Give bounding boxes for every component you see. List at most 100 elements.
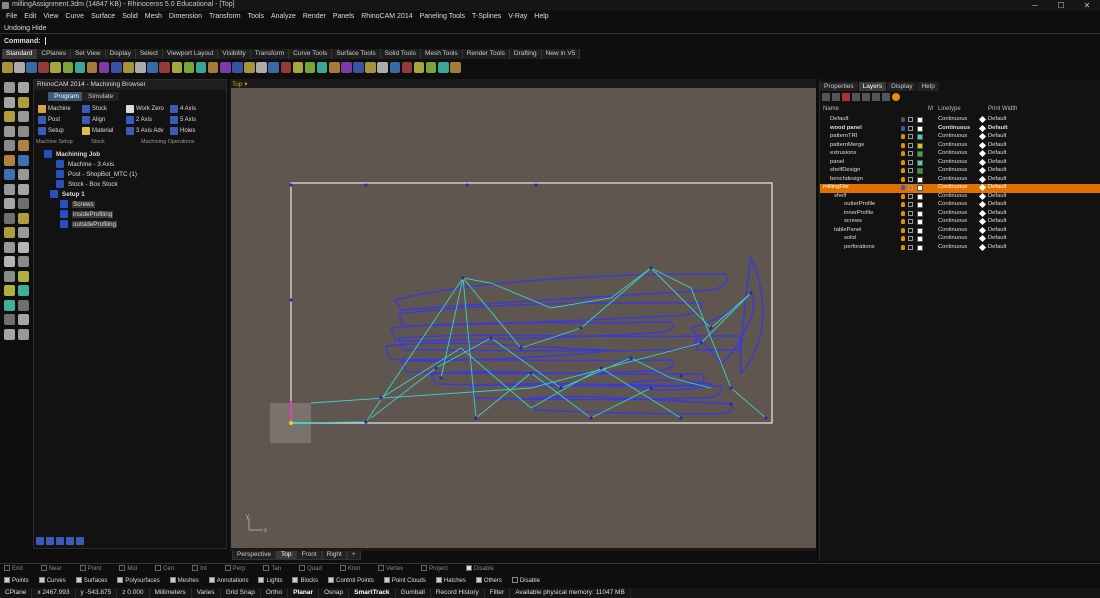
toolbar-tool-icon[interactable] bbox=[280, 62, 292, 73]
layer-color-swatch[interactable] bbox=[917, 159, 923, 166]
layer-color-swatch[interactable] bbox=[917, 193, 923, 200]
minimize-button[interactable]: ─ bbox=[1022, 0, 1048, 11]
osnap-project[interactable]: Project bbox=[421, 564, 457, 574]
left-tool-icon[interactable] bbox=[18, 212, 29, 224]
lock-icon[interactable] bbox=[908, 236, 913, 241]
panel-tab-properties[interactable]: Properties bbox=[820, 82, 858, 91]
tab-visibility[interactable]: Visibility bbox=[218, 49, 251, 59]
layer-row-millingfile[interactable]: millingFile Continuous Default bbox=[820, 183, 1100, 193]
delete-layer-icon[interactable] bbox=[842, 93, 850, 101]
toolbar-tool-icon[interactable] bbox=[304, 62, 316, 73]
panel-tab-layers[interactable]: Layers bbox=[858, 82, 887, 91]
toolbar-tool-icon[interactable] bbox=[159, 62, 171, 73]
checkbox[interactable] bbox=[155, 565, 162, 572]
checkbox[interactable] bbox=[4, 577, 10, 584]
checkbox[interactable] bbox=[119, 565, 126, 572]
new-layer-icon[interactable] bbox=[822, 93, 830, 101]
osnap-perp[interactable]: Perp bbox=[224, 564, 255, 574]
layer-row-screws[interactable]: screws Continuous Default bbox=[820, 217, 1100, 227]
left-tool-icon[interactable] bbox=[4, 198, 15, 209]
lock-icon[interactable] bbox=[908, 185, 913, 190]
filter-control-points[interactable]: Control Points bbox=[328, 576, 379, 587]
layer-visible-icon[interactable] bbox=[901, 168, 905, 173]
menu-item-view[interactable]: View bbox=[43, 11, 58, 22]
osnap-end[interactable]: End bbox=[4, 564, 32, 574]
rhinocam-post-button[interactable]: Post bbox=[38, 115, 60, 125]
lock-icon[interactable] bbox=[908, 117, 913, 122]
checkbox[interactable] bbox=[169, 577, 176, 584]
tool-icon[interactable] bbox=[46, 537, 54, 545]
layer-row-innerprofile[interactable]: innerProfile Continuous Default bbox=[820, 209, 1100, 219]
filter-meshes[interactable]: Meshes bbox=[169, 576, 204, 587]
tab-viewport-layout[interactable]: Viewport Layout bbox=[162, 49, 219, 59]
layer-color-swatch[interactable] bbox=[917, 151, 923, 157]
layer-color-swatch[interactable] bbox=[917, 210, 923, 217]
toolbar-tool-icon[interactable] bbox=[353, 62, 364, 73]
toolbar-tool-icon[interactable] bbox=[425, 62, 437, 73]
left-tool-icon[interactable] bbox=[4, 96, 15, 108]
filter-curves[interactable]: Curves bbox=[38, 576, 71, 587]
layer-row-shelfdesign[interactable]: shelfDesign Continuous Default bbox=[820, 166, 1100, 176]
lock-icon[interactable] bbox=[908, 142, 913, 148]
layer-visible-icon[interactable] bbox=[901, 236, 905, 241]
toolbar-tool-icon[interactable] bbox=[328, 62, 340, 73]
tab-cplanes[interactable]: CPlanes bbox=[37, 49, 71, 59]
layer-visible-icon[interactable] bbox=[901, 125, 905, 131]
tab-transform[interactable]: Transform bbox=[250, 49, 290, 59]
checkbox[interactable] bbox=[208, 577, 215, 584]
toolbar-tool-icon[interactable] bbox=[401, 62, 413, 73]
left-tool-icon[interactable] bbox=[18, 111, 29, 122]
tool-icon[interactable] bbox=[66, 537, 74, 545]
layer-color-swatch[interactable] bbox=[917, 219, 923, 225]
menu-item-mesh[interactable]: Mesh bbox=[145, 11, 162, 22]
toolbar-tool-icon[interactable] bbox=[14, 62, 25, 73]
viewport-canvas[interactable]: y x bbox=[231, 88, 816, 548]
tab-set-view[interactable]: Set View bbox=[70, 49, 106, 59]
layer-row-solid[interactable]: solid Continuous Default bbox=[820, 234, 1100, 244]
panel-tab-display[interactable]: Display bbox=[887, 82, 917, 91]
rhinocam-holes-button[interactable]: Holes bbox=[170, 126, 195, 136]
layer-color-swatch[interactable] bbox=[917, 117, 923, 123]
toolbar-tool-icon[interactable] bbox=[2, 62, 13, 73]
checkbox[interactable] bbox=[292, 577, 299, 584]
lock-icon[interactable] bbox=[908, 125, 913, 131]
osnap-quad[interactable]: Quad bbox=[299, 564, 331, 574]
menu-item-help[interactable]: Help bbox=[534, 11, 548, 22]
viewport-tab-front[interactable]: Front bbox=[296, 551, 322, 560]
checkbox[interactable] bbox=[299, 565, 306, 572]
rhinocam-stock-button[interactable]: Stock bbox=[82, 104, 107, 114]
toolbar-tool-icon[interactable] bbox=[377, 62, 388, 73]
checkbox[interactable] bbox=[117, 577, 124, 584]
left-tool-icon[interactable] bbox=[4, 241, 15, 253]
layer-row-patterntri[interactable]: patternTRI Continuous Default bbox=[820, 132, 1100, 142]
layer-color-swatch[interactable] bbox=[917, 244, 923, 251]
toolbar-tool-icon[interactable] bbox=[86, 62, 98, 73]
toolbar-tool-icon[interactable] bbox=[171, 62, 183, 73]
toolbar-tool-icon[interactable] bbox=[437, 62, 449, 73]
left-tool-icon[interactable] bbox=[18, 183, 29, 195]
status-gumball[interactable]: Gumball bbox=[396, 588, 431, 598]
layer-visible-icon[interactable] bbox=[901, 142, 905, 148]
toolbar-tool-icon[interactable] bbox=[62, 62, 74, 73]
layer-color-swatch[interactable] bbox=[917, 168, 923, 174]
lock-icon[interactable] bbox=[908, 227, 913, 233]
checkbox[interactable] bbox=[378, 565, 385, 572]
left-tool-icon[interactable] bbox=[18, 227, 29, 238]
tab-program[interactable]: Program bbox=[48, 92, 85, 101]
left-tool-icon[interactable] bbox=[4, 111, 15, 122]
left-tool-icon[interactable] bbox=[18, 140, 29, 151]
tab-select[interactable]: Select bbox=[135, 49, 163, 59]
left-tool-icon[interactable] bbox=[4, 256, 15, 267]
toolbar-tool-icon[interactable] bbox=[244, 62, 255, 73]
menu-item-v-ray[interactable]: V-Ray bbox=[508, 11, 527, 22]
layer-visible-icon[interactable] bbox=[901, 151, 905, 156]
tree-node-setup-1[interactable]: Setup 1 bbox=[50, 190, 85, 198]
left-tool-icon[interactable] bbox=[4, 183, 15, 195]
toolbar-tool-icon[interactable] bbox=[50, 62, 62, 73]
close-button[interactable]: ✕ bbox=[1074, 0, 1100, 11]
layer-visible-icon[interactable] bbox=[901, 117, 905, 122]
viewport-top[interactable]: y x bbox=[231, 88, 816, 548]
layer-color-swatch[interactable] bbox=[917, 176, 923, 183]
rhinocam-align-button[interactable]: Align bbox=[82, 115, 105, 125]
filter-lights[interactable]: Lights bbox=[258, 576, 287, 587]
